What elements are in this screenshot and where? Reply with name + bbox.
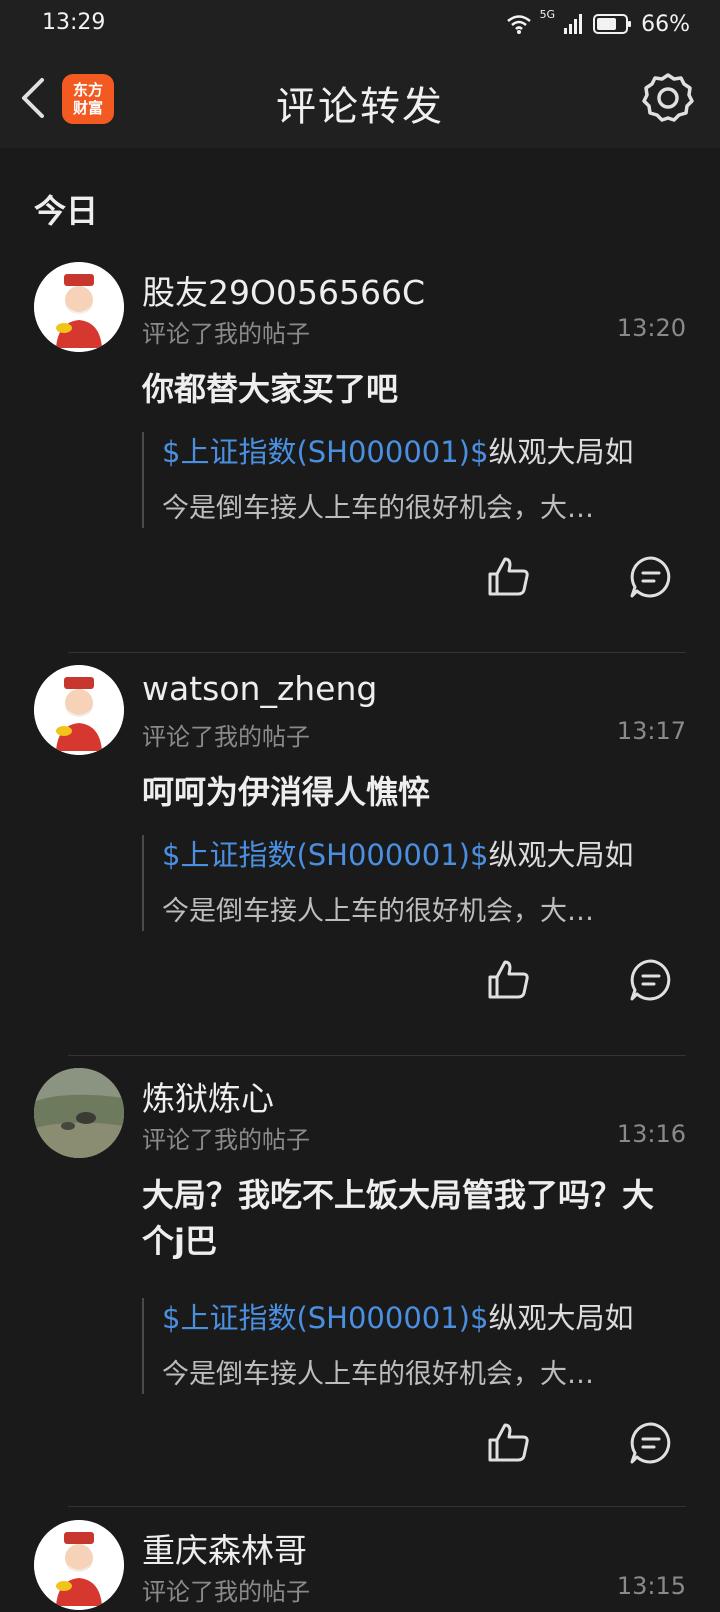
username[interactable]: 股友29O056566C	[142, 266, 425, 314]
landscape-photo-avatar-icon	[34, 1068, 124, 1158]
comment-bubble-icon	[630, 1422, 671, 1464]
like-button[interactable]	[486, 957, 532, 1003]
stock-link[interactable]: $上证指数(SH000001)$	[162, 838, 488, 872]
battery-icon	[593, 14, 632, 34]
timestamp: 13:17	[616, 717, 686, 745]
god-of-wealth-avatar-icon	[34, 665, 124, 755]
quoted-post-line2: 今是倒车接人上车的很好机会，大…	[162, 493, 594, 524]
action-text: 评论了我的帖子	[142, 1126, 310, 1154]
quoted-post-line2: 今是倒车接人上车的很好机会，大…	[162, 896, 594, 927]
quoted-text: 纵观大局如	[488, 435, 634, 469]
quoted-text: 纵观大局如	[488, 838, 634, 872]
comment-item[interactable]: watson_zheng 评论了我的帖子 13:17 呵呵为伊消得人憔悴 $上证…	[0, 665, 720, 1035]
quoted-post-line1: $上证指数(SH000001)$纵观大局如	[162, 835, 662, 875]
divider	[68, 652, 686, 653]
avatar[interactable]	[34, 262, 124, 352]
battery-percentage: 66%	[641, 11, 690, 37]
comment-text: 你都替大家买了吧	[142, 370, 399, 408]
wifi-icon	[506, 15, 531, 34]
gear-icon	[642, 73, 694, 122]
comment-text: 呵呵为伊消得人憔悴	[142, 773, 431, 811]
status-bar: 13:29 5G 66%	[0, 0, 720, 48]
action-text: 评论了我的帖子	[142, 1578, 310, 1606]
divider	[68, 1506, 686, 1507]
quoted-post[interactable]: $上证指数(SH000001)$纵观大局如 今是倒车接人上车的很好机会，大…	[142, 835, 662, 931]
reply-button[interactable]	[628, 957, 674, 1003]
status-icons: 5G 66%	[506, 8, 690, 38]
avatar[interactable]	[34, 665, 124, 755]
stock-link[interactable]: $上证指数(SH000001)$	[162, 1301, 488, 1335]
comment-bubble-icon	[630, 959, 671, 1001]
avatar[interactable]	[34, 1520, 124, 1610]
username[interactable]: watson_zheng	[142, 669, 377, 708]
god-of-wealth-avatar-icon	[34, 262, 124, 352]
timestamp: 13:15	[616, 1572, 686, 1600]
action-text: 评论了我的帖子	[142, 723, 310, 751]
thumbs-up-icon	[488, 1423, 529, 1462]
avatar[interactable]	[34, 1068, 124, 1158]
like-button[interactable]	[486, 1420, 532, 1466]
thumbs-up-icon	[488, 960, 529, 999]
username[interactable]: 重庆森林哥	[142, 1524, 307, 1572]
god-of-wealth-avatar-icon	[34, 1520, 124, 1610]
reply-button[interactable]	[628, 1420, 674, 1466]
action-text: 评论了我的帖子	[142, 320, 310, 348]
divider	[68, 1055, 686, 1056]
thumbs-up-icon	[488, 557, 529, 596]
signal-icon	[564, 14, 583, 34]
timestamp: 13:16	[616, 1120, 686, 1148]
comment-text: 大局？我吃不上饭大局管我了吗？大个j巴	[142, 1176, 655, 1260]
status-time: 13:29	[42, 10, 106, 35]
timestamp: 13:20	[616, 314, 686, 342]
comment-item[interactable]: 重庆森林哥 评论了我的帖子 13:15	[0, 1520, 720, 1612]
page-title: 评论转发	[276, 84, 444, 130]
like-button[interactable]	[486, 554, 532, 600]
section-title-today: 今日	[34, 192, 99, 230]
stock-link[interactable]: $上证指数(SH000001)$	[162, 435, 488, 469]
quoted-post-line1: $上证指数(SH000001)$纵观大局如	[162, 432, 662, 472]
quoted-post[interactable]: $上证指数(SH000001)$纵观大局如 今是倒车接人上车的很好机会，大…	[142, 432, 662, 528]
quoted-post-line2: 今是倒车接人上车的很好机会，大…	[162, 1359, 594, 1390]
settings-button[interactable]	[640, 70, 696, 126]
network-type: 5G	[539, 8, 556, 21]
quoted-post[interactable]: $上证指数(SH000001)$纵观大局如 今是倒车接人上车的很好机会，大…	[142, 1298, 662, 1394]
comment-item[interactable]: 股友29O056566C 评论了我的帖子 13:20 你都替大家买了吧 $上证指…	[0, 262, 720, 632]
header: 东方 财富 评论转发	[0, 48, 720, 148]
comment-bubble-icon	[630, 556, 671, 598]
reply-button[interactable]	[628, 554, 674, 600]
quoted-post-line1: $上证指数(SH000001)$纵观大局如	[162, 1298, 662, 1338]
username[interactable]: 炼狱炼心	[142, 1072, 274, 1120]
comment-item[interactable]: 炼狱炼心 评论了我的帖子 13:16 大局？我吃不上饭大局管我了吗？大个j巴 $…	[0, 1068, 720, 1488]
quoted-text: 纵观大局如	[488, 1301, 634, 1335]
